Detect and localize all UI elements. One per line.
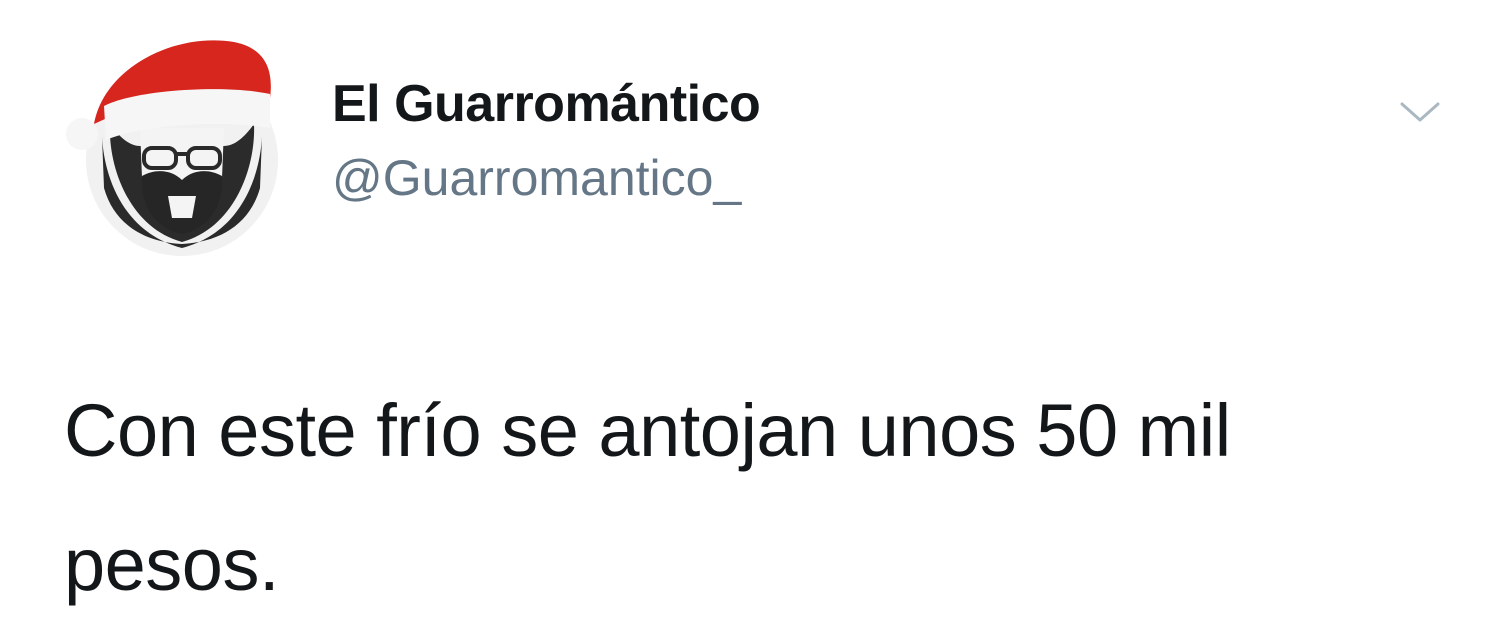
author-display-name[interactable]: El Guarromántico (332, 72, 761, 136)
tweet-text: Con este frío se antojan unos 50 mil pes… (64, 389, 1231, 606)
avatar[interactable] (64, 28, 294, 260)
tweet-author[interactable]: El Guarromántico @Guarromantico_ (332, 72, 761, 208)
chevron-down-icon (1400, 102, 1440, 122)
tweet-menu-button[interactable] (1396, 96, 1444, 128)
santa-hat-avatar-icon (66, 40, 278, 256)
tweet-card: El Guarromántico @Guarromantico_ Con est… (0, 0, 1502, 620)
author-handle[interactable]: @Guarromantico_ (332, 148, 760, 208)
